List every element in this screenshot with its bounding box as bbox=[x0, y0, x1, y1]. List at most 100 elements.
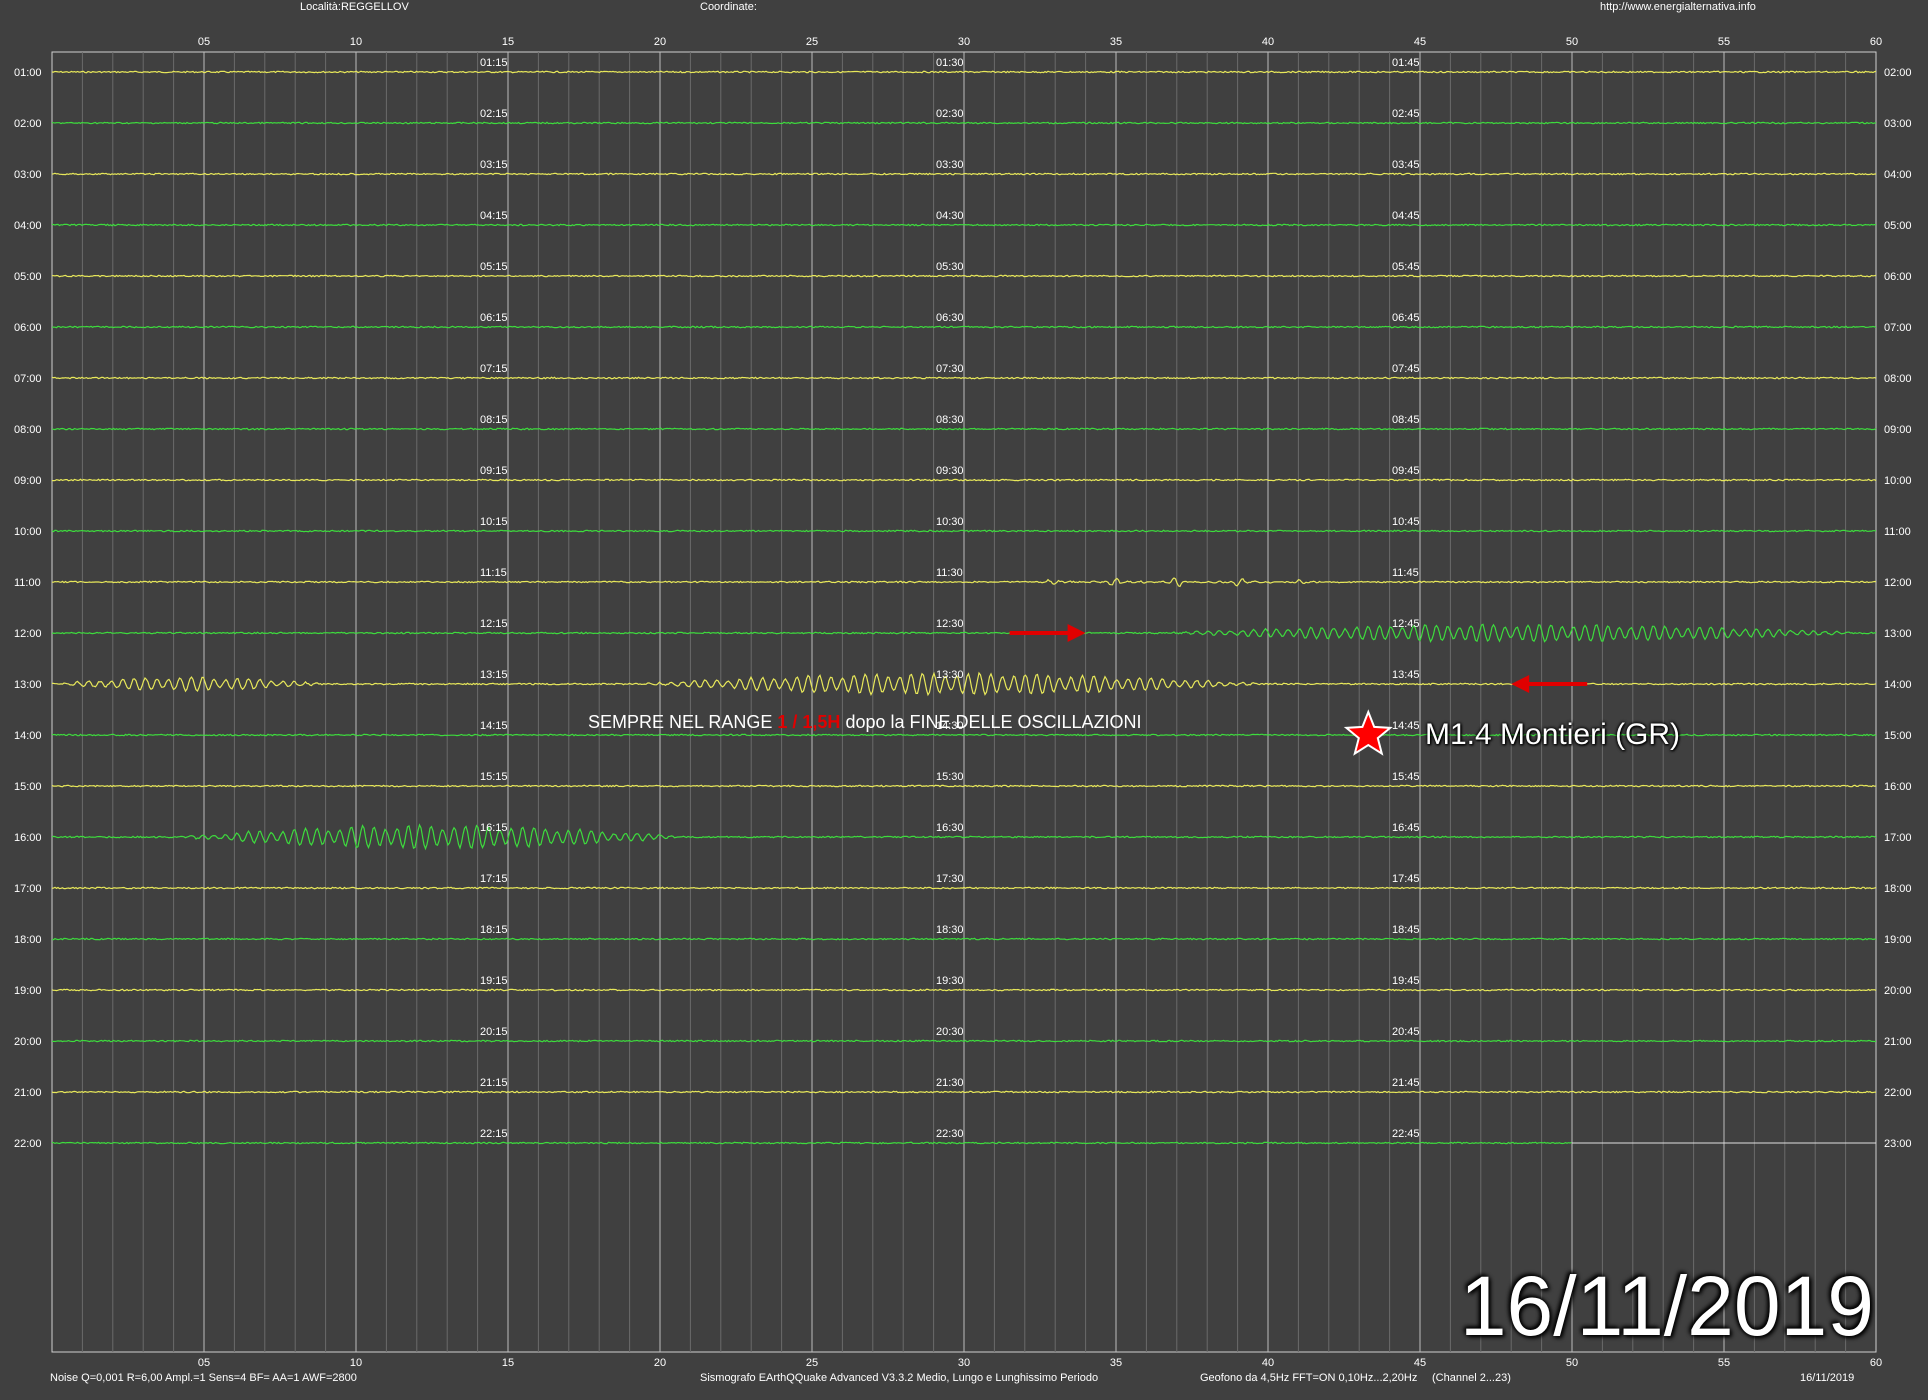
footer-geofono: Geofono da 4,5Hz FFT=ON 0,10Hz...2,20Hz bbox=[1200, 1372, 1418, 1384]
x-tick-label-bottom: 30 bbox=[958, 1357, 970, 1369]
row-label-right: 16:00 bbox=[1884, 781, 1912, 793]
quarter-label: 22:15 bbox=[480, 1128, 508, 1140]
x-tick-label-top: 40 bbox=[1262, 36, 1274, 48]
row-label-right: 17:00 bbox=[1884, 832, 1912, 844]
quarter-label: 05:45 bbox=[1392, 261, 1420, 273]
row-label-left: 11:00 bbox=[14, 577, 41, 589]
row-label-right: 04:00 bbox=[1884, 169, 1912, 181]
x-tick-label-bottom: 35 bbox=[1110, 1357, 1122, 1369]
quarter-label: 16:15 bbox=[480, 822, 508, 834]
row-label-right: 23:00 bbox=[1884, 1138, 1912, 1150]
row-label-right: 21:00 bbox=[1884, 1036, 1912, 1048]
quarter-label: 19:15 bbox=[480, 975, 508, 987]
row-label-right: 20:00 bbox=[1884, 985, 1912, 997]
quarter-label: 03:15 bbox=[480, 159, 508, 171]
quarter-label: 12:15 bbox=[480, 618, 508, 630]
quarter-label: 17:15 bbox=[480, 873, 508, 885]
quarter-label: 21:30 bbox=[936, 1077, 964, 1089]
row-label-right: 03:00 bbox=[1884, 118, 1912, 130]
x-tick-label-bottom: 15 bbox=[502, 1357, 514, 1369]
x-tick-label-top: 35 bbox=[1110, 36, 1122, 48]
row-label-right: 08:00 bbox=[1884, 373, 1912, 385]
quarter-label: 01:45 bbox=[1392, 57, 1420, 69]
quarter-label: 22:45 bbox=[1392, 1128, 1420, 1140]
red-arrow-head bbox=[1511, 675, 1530, 693]
row-label-right: 07:00 bbox=[1884, 322, 1912, 334]
annotation-highlight: 1 / 1,5H bbox=[777, 712, 841, 732]
row-label-right: 10:00 bbox=[1884, 475, 1912, 487]
row-label-right: 12:00 bbox=[1884, 577, 1912, 589]
row-label-right: 18:00 bbox=[1884, 883, 1912, 895]
quarter-label: 02:30 bbox=[936, 108, 964, 120]
x-tick-label-top: 60 bbox=[1870, 36, 1882, 48]
row-label-left: 07:00 bbox=[14, 373, 42, 385]
x-tick-label-bottom: 25 bbox=[806, 1357, 818, 1369]
row-label-left: 13:00 bbox=[14, 679, 42, 691]
x-tick-label-top: 20 bbox=[654, 36, 666, 48]
quarter-label: 02:45 bbox=[1392, 108, 1420, 120]
x-tick-label-bottom: 05 bbox=[198, 1357, 210, 1369]
row-label-left: 18:00 bbox=[14, 934, 42, 946]
x-tick-label-top: 05 bbox=[198, 36, 210, 48]
x-tick-label-top: 50 bbox=[1566, 36, 1578, 48]
x-tick-label-top: 15 bbox=[502, 36, 514, 48]
quarter-label: 12:45 bbox=[1392, 618, 1420, 630]
quarter-label: 19:45 bbox=[1392, 975, 1420, 987]
row-label-right: 19:00 bbox=[1884, 934, 1912, 946]
quarter-label: 15:15 bbox=[480, 771, 508, 783]
row-label-left: 12:00 bbox=[14, 628, 42, 640]
quake-label: M1.4 Montieri (GR) bbox=[1425, 718, 1681, 751]
footer-noise: Noise Q=0,001 R=6,00 Ampl.=1 Sens=4 BF= … bbox=[50, 1372, 357, 1384]
footer-software: Sismografo EArthQQuake Advanced V3.3.2 M… bbox=[700, 1372, 1099, 1384]
quarter-label: 09:30 bbox=[936, 465, 964, 477]
row-label-right: 15:00 bbox=[1884, 730, 1912, 742]
quarter-label: 18:45 bbox=[1392, 924, 1420, 936]
quarter-label: 20:30 bbox=[936, 1026, 964, 1038]
row-label-left: 02:00 bbox=[14, 118, 42, 130]
red-arrow-head bbox=[1067, 624, 1086, 642]
row-label-left: 09:00 bbox=[14, 475, 42, 487]
quarter-label: 04:15 bbox=[480, 210, 508, 222]
quarter-label: 09:15 bbox=[480, 465, 508, 477]
quarter-label: 13:15 bbox=[480, 669, 508, 681]
quarter-label: 20:45 bbox=[1392, 1026, 1420, 1038]
row-label-right: 09:00 bbox=[1884, 424, 1912, 436]
quarter-label: 08:45 bbox=[1392, 414, 1420, 426]
footer-date: 16/11/2019 bbox=[1800, 1372, 1855, 1384]
quarter-label: 19:30 bbox=[936, 975, 964, 987]
quarter-label: 09:45 bbox=[1392, 465, 1420, 477]
row-label-left: 14:00 bbox=[14, 730, 42, 742]
row-label-left: 15:00 bbox=[14, 781, 42, 793]
quarter-label: 10:30 bbox=[936, 516, 964, 528]
x-tick-label-top: 45 bbox=[1414, 36, 1426, 48]
row-label-left: 05:00 bbox=[14, 271, 42, 283]
quarter-label: 11:45 bbox=[1392, 567, 1419, 579]
row-label-left: 17:00 bbox=[14, 883, 42, 895]
quarter-label: 16:30 bbox=[936, 822, 964, 834]
row-label-right: 14:00 bbox=[1884, 679, 1912, 691]
earthquake-star-icon bbox=[1343, 709, 1393, 756]
quarter-label: 06:45 bbox=[1392, 312, 1420, 324]
row-label-left: 16:00 bbox=[14, 832, 42, 844]
footer-channel: (Channel 2...23) bbox=[1432, 1372, 1511, 1384]
quarter-label: 07:45 bbox=[1392, 363, 1420, 375]
quarter-label: 16:45 bbox=[1392, 822, 1420, 834]
quarter-label: 08:15 bbox=[480, 414, 508, 426]
row-label-left: 20:00 bbox=[14, 1036, 42, 1048]
quarter-label: 18:15 bbox=[480, 924, 508, 936]
row-label-right: 22:00 bbox=[1884, 1087, 1912, 1099]
x-tick-label-bottom: 55 bbox=[1718, 1357, 1730, 1369]
row-label-left: 04:00 bbox=[14, 220, 42, 232]
range-annotation: SEMPRE NEL RANGE 1 / 1,5H dopo la FINE D… bbox=[588, 712, 1142, 733]
quarter-label: 15:30 bbox=[936, 771, 964, 783]
quarter-label: 07:15 bbox=[480, 363, 508, 375]
row-label-left: 06:00 bbox=[14, 322, 42, 334]
row-label-right: 02:00 bbox=[1884, 67, 1912, 79]
x-tick-label-bottom: 60 bbox=[1870, 1357, 1882, 1369]
seismogram-chart: 05 05 10 10 15 15 20 20 25 25 30 30 35 35 40 40 45 45 50 50… bbox=[14, 36, 1912, 1369]
row-label-left: 21:00 bbox=[14, 1087, 42, 1099]
quarter-label: 13:30 bbox=[936, 669, 964, 681]
quarter-label: 18:30 bbox=[936, 924, 964, 936]
quarter-label: 05:30 bbox=[936, 261, 964, 273]
quarter-label: 17:45 bbox=[1392, 873, 1420, 885]
